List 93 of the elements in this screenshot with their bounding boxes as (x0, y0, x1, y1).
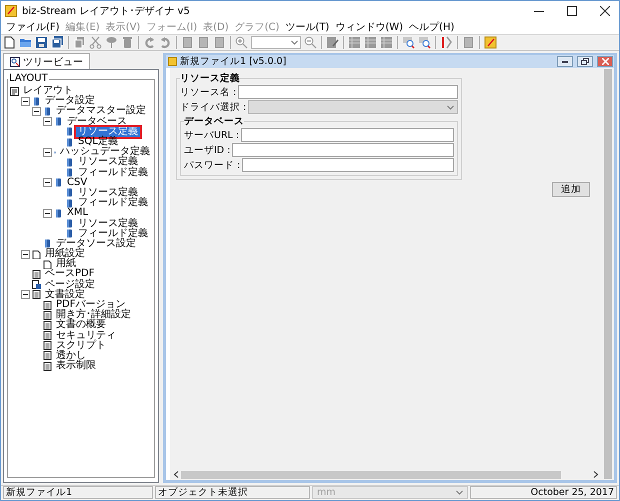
minimize-button[interactable] (557, 56, 573, 67)
maximize-icon[interactable] (567, 6, 577, 16)
tree-item[interactable]: 用紙 (54, 259, 78, 270)
document-title: 新規ファイル1 [v5.0.0] (180, 55, 288, 68)
tree-item[interactable]: リソース定義 (76, 218, 140, 229)
tree-item[interactable]: フィールド定義 (76, 228, 150, 239)
scroll-right-icon[interactable] (593, 471, 599, 478)
document-icon (32, 270, 41, 279)
input-field[interactable] (241, 128, 454, 142)
document-icon (43, 320, 52, 330)
restore-icon (581, 58, 589, 65)
tree-item[interactable]: リソース定義 (76, 157, 140, 168)
minimize-icon[interactable] (534, 10, 544, 12)
field-label: パスワード : (184, 158, 240, 172)
close-icon (602, 58, 608, 65)
folder-icon[interactable] (19, 36, 32, 49)
menu-item[interactable]: ウィンドウ(W) (332, 21, 406, 34)
scrollbar-thumb[interactable] (604, 69, 612, 479)
tree-item[interactable]: データソース設定 (54, 238, 138, 249)
close-icon[interactable] (600, 6, 610, 16)
field-label: ユーザID : (184, 144, 230, 156)
status-selection: オブジェクト未選択 (155, 486, 310, 499)
tree-item[interactable]: データ設定 (43, 96, 97, 106)
group-title: LAYOUT (8, 74, 49, 84)
save-all-icon[interactable] (51, 36, 64, 49)
database-icon (43, 239, 52, 248)
new-document-icon[interactable] (3, 36, 16, 49)
field-label: リソース名 : (180, 86, 236, 98)
tree-item[interactable]: ベースPDF (43, 269, 96, 280)
menu-item[interactable]: ヘルプ(H) (406, 21, 458, 34)
tree-toggle-icon[interactable] (43, 208, 52, 218)
tree-toggle-icon[interactable] (43, 178, 52, 188)
input-field[interactable] (238, 85, 458, 99)
dropdown-caret-icon (447, 104, 454, 110)
tree-toggle-icon[interactable] (32, 106, 41, 116)
menu-item[interactable]: ツール(T) (282, 21, 332, 34)
tree-item[interactable]: データマスター設定 (54, 106, 148, 116)
status-file: 新規ファイル1 (3, 486, 153, 499)
field-label: サーバURL : (184, 128, 240, 142)
document-icon (168, 57, 177, 66)
group-title: リソース定義 (180, 72, 240, 85)
tree-item[interactable]: レイアウト (21, 86, 75, 96)
tree-item[interactable]: リソース定義 (76, 188, 140, 198)
tree-view-icon (10, 56, 20, 66)
dropdown-caret-icon (291, 40, 298, 45)
note-icon[interactable] (484, 36, 497, 49)
document-icon (43, 351, 52, 360)
tree-item[interactable]: フィールド定義 (76, 198, 150, 208)
tree-item[interactable]: SQL定義 (76, 137, 120, 148)
status-date: October 25, 2017 (470, 486, 617, 499)
tree-toggle-icon[interactable] (21, 250, 30, 259)
document-icon (32, 290, 41, 300)
tree-item[interactable]: 表示制限 (54, 361, 98, 372)
document-icon (43, 300, 52, 310)
tree-item[interactable]: フィールド定義 (76, 168, 150, 178)
tree-item[interactable]: 文書設定 (43, 290, 87, 300)
tree-toggle-icon[interactable] (43, 148, 52, 157)
tree-item[interactable]: セキュリティ (54, 330, 118, 341)
app-icon (5, 5, 17, 17)
scrollbar-thumb[interactable] (181, 470, 561, 478)
minimize-icon (562, 60, 568, 62)
tree-item[interactable]: スクリプト (54, 340, 108, 351)
tree-view-tab[interactable]: ツリービュー (3, 53, 90, 69)
tab-label: ツリービュー (23, 56, 83, 68)
restore-button[interactable] (577, 56, 593, 67)
document-icon (43, 341, 52, 350)
input-field[interactable] (232, 143, 454, 157)
add-button[interactable]: 追加 (552, 182, 590, 197)
document-icon (43, 362, 52, 371)
tree-item[interactable]: CSV (65, 178, 90, 188)
zoom-combo[interactable] (251, 36, 301, 49)
input-field[interactable] (242, 158, 454, 172)
tree-item[interactable]: XML (65, 208, 90, 218)
tree-item[interactable]: 透かし (54, 350, 88, 361)
group-title: データベース (184, 115, 244, 128)
dropdown-caret-icon (456, 490, 463, 495)
layout-icon (10, 86, 19, 96)
scroll-left-icon[interactable] (173, 471, 179, 478)
menu-item[interactable]: ファイル(F) (3, 21, 63, 34)
document-icon (43, 310, 52, 320)
page-setup-icon (32, 280, 41, 290)
tree-item[interactable]: 文書の概要 (54, 320, 108, 330)
tree-item[interactable]: ページ設定 (43, 280, 97, 290)
save-icon[interactable] (35, 36, 48, 49)
close-button[interactable] (597, 56, 613, 67)
document-icon (43, 331, 52, 340)
field-label: ドライバ選択 : (180, 100, 246, 114)
tree-toggle-icon[interactable] (21, 96, 30, 106)
tree-toggle-icon[interactable] (21, 290, 30, 300)
window-title: biz-Stream レイアウト･デザイナ v5 (22, 5, 191, 18)
tree-item[interactable]: データベース (65, 116, 129, 127)
tree-item[interactable]: 用紙設定 (43, 249, 87, 260)
tree-toggle-icon[interactable] (43, 117, 52, 126)
